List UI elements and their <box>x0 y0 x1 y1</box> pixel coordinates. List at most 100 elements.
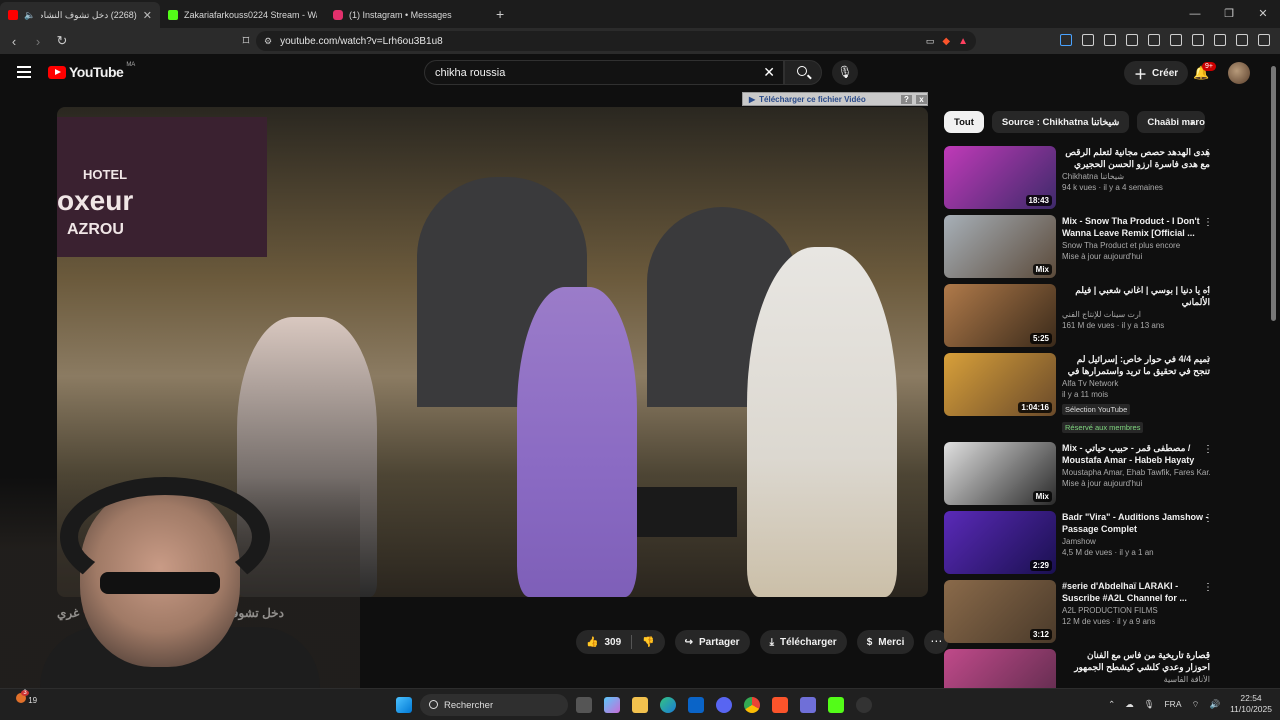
volume-icon[interactable]: 🔊 <box>1209 699 1220 710</box>
brave-rewards-icon[interactable]: ▲ <box>958 36 968 47</box>
network-icon[interactable]: ☁ <box>1125 699 1134 710</box>
chevron-right-icon[interactable]: › <box>1190 115 1194 129</box>
brave-shield-icon[interactable]: ◆ <box>942 36 950 47</box>
rec-channel[interactable]: ارت سينات للإنتاج الفني <box>1062 310 1210 319</box>
translate-icon[interactable] <box>1060 34 1072 46</box>
video-thumbnail[interactable]: 2:29 <box>944 511 1056 574</box>
rec-channel[interactable]: A2L PRODUCTION FILMS <box>1062 606 1210 615</box>
video-thumbnail[interactable]: 5:25 <box>944 284 1056 347</box>
discord-icon[interactable] <box>716 697 732 713</box>
rec-channel[interactable]: Alfa Tv Network <box>1062 379 1210 388</box>
tab-youtube[interactable]: 🔈 (2268) دخل تشوف النشاط ديال ✕ <box>0 2 160 28</box>
reload-icon[interactable]: ↻ <box>52 33 72 49</box>
download-video-bar[interactable]: ▶ Télécharger ce fichier Vidéo ? x <box>742 92 928 106</box>
screenshot-icon[interactable] <box>1192 34 1204 46</box>
edge-icon[interactable] <box>660 697 676 713</box>
video-thumbnail[interactable]: 3:12 <box>944 580 1056 643</box>
taskbar-search[interactable]: Rechercher <box>420 694 568 716</box>
vpn-icon[interactable] <box>1236 34 1248 46</box>
rec-channel[interactable]: Chikhatna شيخاتنا <box>1062 172 1210 181</box>
tab-instagram[interactable]: (1) Instagram • Messages <box>325 2 490 28</box>
recommendation-item[interactable]: 2:29 Badr "Vira" - Auditions Jamshow - P… <box>944 511 1219 580</box>
more-options-icon[interactable]: ⋮ <box>1203 217 1213 228</box>
more-options-icon[interactable]: ⋮ <box>1203 444 1213 455</box>
site-settings-icon[interactable]: ⚙ <box>264 36 272 47</box>
close-tab-icon[interactable]: ✕ <box>143 9 152 22</box>
dislike-icon[interactable]: 👎 <box>642 637 654 648</box>
download-button[interactable]: ⤓ Télécharger <box>759 630 847 654</box>
scrollbar[interactable] <box>1271 66 1276 321</box>
rec-channel[interactable]: Snow Tha Product et plus encore <box>1062 241 1210 250</box>
clock[interactable]: 22:54 11/10/2025 <box>1230 693 1272 715</box>
clear-search-icon[interactable]: ✕ <box>763 64 775 81</box>
rec-title[interactable]: قصارة تاريخية من فاس مع الفنان احوزار وع… <box>1062 649 1210 673</box>
chevron-up-icon[interactable]: ⌃ <box>1108 699 1115 710</box>
extension-icon[interactable] <box>1104 34 1116 46</box>
language-indicator[interactable]: FRA <box>1164 699 1181 709</box>
search-button[interactable] <box>784 60 822 85</box>
file-explorer-icon[interactable] <box>632 697 648 713</box>
kick-app-icon[interactable] <box>828 697 844 713</box>
video-thumbnail[interactable]: Mix <box>944 442 1056 505</box>
chip-all[interactable]: Tout <box>944 111 984 133</box>
rec-title[interactable]: Badr "Vira" - Auditions Jamshow - Passag… <box>1062 511 1210 535</box>
wifi-icon[interactable]: ⌔ <box>1191 699 1199 710</box>
close-download-bar-button[interactable]: x <box>916 94 927 104</box>
share-button[interactable]: ↪ Partager <box>674 630 750 654</box>
like-count[interactable]: 309 <box>604 637 621 648</box>
windows-start-icon[interactable] <box>396 697 412 713</box>
video-thumbnail[interactable]: 18:43 <box>944 146 1056 209</box>
chrome-icon[interactable] <box>744 697 760 713</box>
more-options-icon[interactable]: ⋮ <box>1203 286 1213 297</box>
sidebar-icon[interactable] <box>1148 34 1160 46</box>
brave-icon[interactable] <box>772 697 788 713</box>
rec-title[interactable]: هدى الهدهد حصص مجانية لتعلم الرقص مع هدى… <box>1062 146 1210 170</box>
bookmark-icon[interactable]: ⌑ <box>236 33 256 49</box>
recommendation-item[interactable]: Mix Mix - مصطفى قمر - حبيب حياتي / Moust… <box>944 442 1219 511</box>
rec-title[interactable]: اه يا دنيا | بوسي | اغاني شعبي | فيلم ال… <box>1062 284 1210 308</box>
outlook-icon[interactable] <box>688 697 704 713</box>
cast-icon[interactable]: ▭ <box>926 36 935 47</box>
obs-icon[interactable] <box>856 697 872 713</box>
help-button[interactable]: ? <box>901 94 912 104</box>
youtube-logo[interactable]: YouTube MA <box>48 62 135 80</box>
tab-kick[interactable]: Zakariafarkouss0224 Stream - Watch <box>160 2 325 28</box>
task-view-icon[interactable] <box>576 697 592 713</box>
music-icon[interactable] <box>1126 34 1138 46</box>
game-icon[interactable] <box>800 697 816 713</box>
url-bar[interactable]: ⚙ youtube.com/watch?v=Lrh6ou3B1u8 ▭ ◆ ▲ <box>256 31 976 51</box>
like-icon[interactable]: 👍 <box>586 637 598 648</box>
minimize-icon[interactable]: — <box>1178 0 1212 28</box>
close-icon[interactable]: ✕ <box>1246 0 1280 28</box>
puzzle-icon[interactable] <box>1082 34 1094 46</box>
avatar[interactable] <box>1228 62 1250 84</box>
search-input[interactable]: chikha roussia ✕ <box>424 60 784 85</box>
rec-channel[interactable]: Moustapha Amar, Ehab Tawfik, Fares Kar..… <box>1062 468 1210 477</box>
more-options-icon[interactable]: ⋮ <box>1203 355 1213 366</box>
forward-icon[interactable]: › <box>28 34 48 49</box>
more-options-icon[interactable]: ⋮ <box>1203 582 1213 593</box>
rec-title[interactable]: تميم 4/4 في حوار خاص: إسرائيل لم تنجح في… <box>1062 353 1210 377</box>
rec-title[interactable]: Mix - Snow Tha Product - I Don't Wanna L… <box>1062 215 1210 239</box>
hamburger-menu-icon[interactable] <box>17 66 31 81</box>
recommendation-item[interactable]: Mix Mix - Snow Tha Product - I Don't Wan… <box>944 215 1219 284</box>
more-options-icon[interactable]: ⋮ <box>1203 651 1213 662</box>
video-thumbnail[interactable] <box>944 649 1056 689</box>
chip-source[interactable]: Source : Chikhatna شيخاتنا <box>991 111 1130 133</box>
rec-title[interactable]: Mix - مصطفى قمر - حبيب حياتي / Moustafa … <box>1062 442 1210 466</box>
restore-icon[interactable]: ❐ <box>1212 0 1246 28</box>
speaker-icon[interactable]: 🔈 <box>24 10 35 21</box>
rec-channel[interactable]: الأناقة الفاسية <box>1062 675 1210 684</box>
voice-search-button[interactable]: 🎙 <box>832 60 858 85</box>
menu-icon[interactable] <box>1258 34 1270 46</box>
back-icon[interactable]: ‹ <box>4 34 24 49</box>
recommendation-item[interactable]: 1:04:16 تميم 4/4 في حوار خاص: إسرائيل لم… <box>944 353 1219 442</box>
leo-icon[interactable] <box>1214 34 1226 46</box>
rec-title[interactable]: #serie d'Abdelhaï LARAKI - Suscribe #A2L… <box>1062 580 1210 604</box>
recommendation-item[interactable]: 3:12 #serie d'Abdelhaï LARAKI - Suscribe… <box>944 580 1219 649</box>
chip-chaabi[interactable]: Chaâbi maroc <box>1137 111 1206 133</box>
recommendation-item[interactable]: قصارة تاريخية من فاس مع الفنان احوزار وع… <box>944 649 1219 689</box>
video-thumbnail[interactable]: 1:04:16 <box>944 353 1056 416</box>
create-button[interactable]: ＋ Créer <box>1124 61 1189 85</box>
recommendation-item[interactable]: 18:43 هدى الهدهد حصص مجانية لتعلم الرقص … <box>944 146 1219 215</box>
